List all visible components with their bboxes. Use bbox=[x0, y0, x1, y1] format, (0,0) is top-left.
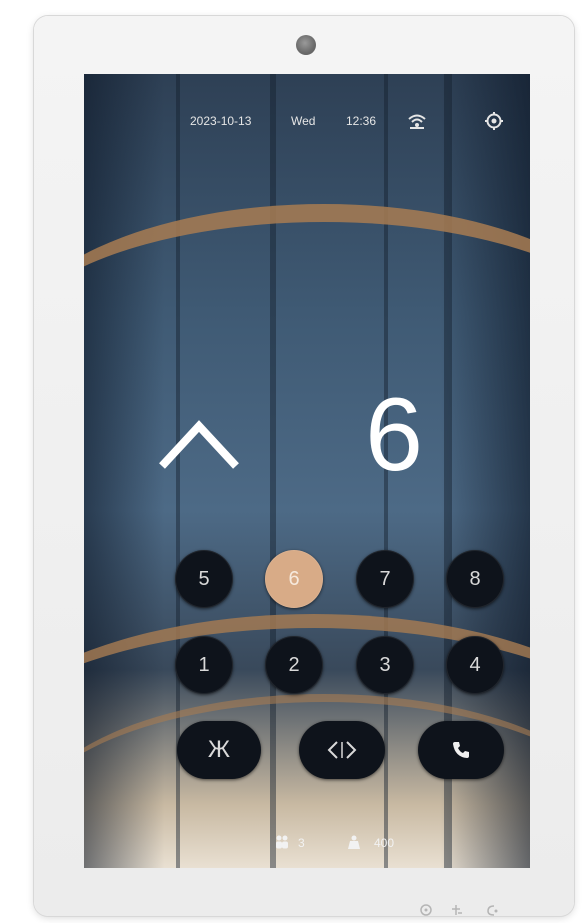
background-railing bbox=[84, 204, 530, 502]
status-bar: 2023-10-13 Wed 12:36 bbox=[84, 110, 530, 134]
open-door-button[interactable] bbox=[299, 721, 385, 779]
floor-button-3[interactable]: 3 bbox=[356, 636, 414, 694]
floor-button-1[interactable]: 1 bbox=[175, 636, 233, 694]
info-bar: 3 400 bbox=[84, 832, 530, 854]
call-button[interactable] bbox=[418, 721, 504, 779]
settings-icon[interactable] bbox=[484, 111, 504, 134]
screen: 2023-10-13 Wed 12:36 6 5 6 7 8 1 2 3 4 Ж… bbox=[84, 74, 530, 868]
weight-icon bbox=[346, 834, 362, 853]
floor-button-6[interactable]: 6 bbox=[265, 550, 323, 608]
close-door-icon: Ж bbox=[207, 736, 231, 763]
device-frame: 2023-10-13 Wed 12:36 6 5 6 7 8 1 2 3 4 Ж… bbox=[34, 16, 574, 916]
status-time: 12:36 bbox=[346, 114, 377, 128]
status-weekday: Wed bbox=[291, 114, 316, 128]
close-door-button[interactable]: Ж bbox=[177, 721, 261, 779]
status-date: 2023-10-13 bbox=[190, 114, 252, 128]
floor-button-8[interactable]: 8 bbox=[446, 550, 504, 608]
network-icon bbox=[406, 112, 428, 133]
weight-value: 400 bbox=[374, 836, 395, 850]
floor-button-2[interactable]: 2 bbox=[265, 636, 323, 694]
current-floor-display: 6 bbox=[365, 377, 423, 493]
up-arrow-icon bbox=[154, 414, 244, 474]
camera-lens bbox=[296, 35, 316, 55]
floor-button-7[interactable]: 7 bbox=[356, 550, 414, 608]
floor-button-5[interactable]: 5 bbox=[175, 550, 233, 608]
floor-button-4[interactable]: 4 bbox=[446, 636, 504, 694]
people-icon bbox=[274, 834, 290, 853]
device-indicator-icons bbox=[418, 902, 508, 918]
people-count: 3 bbox=[298, 836, 305, 850]
